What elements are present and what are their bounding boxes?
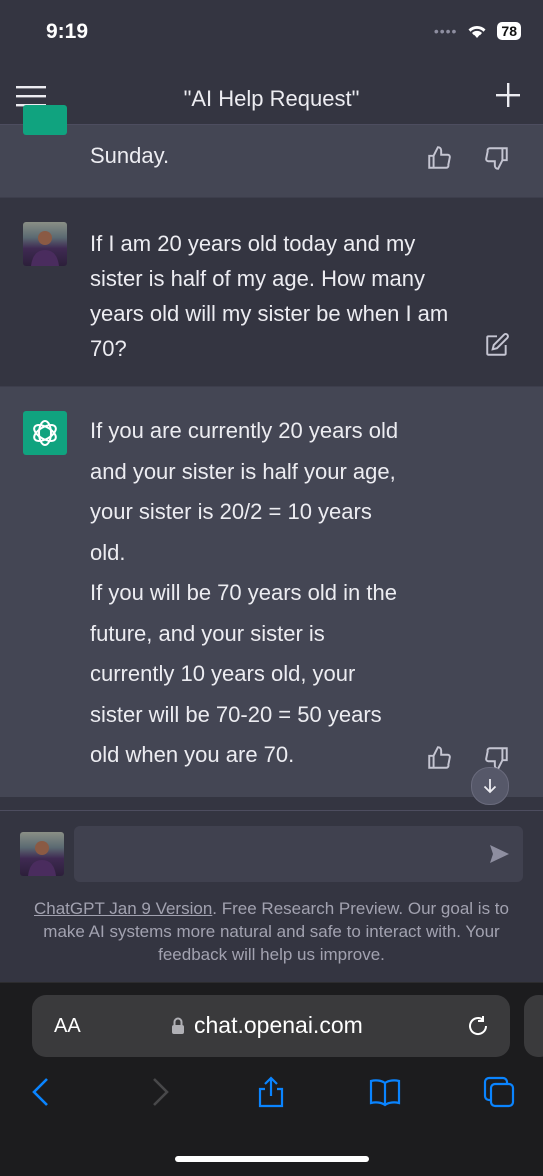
next-tab-preview[interactable] xyxy=(524,995,543,1057)
share-icon[interactable] xyxy=(254,1075,288,1109)
avatar xyxy=(20,832,64,876)
message-line: If I am 20 years old today and my xyxy=(90,231,416,256)
message-line: If you are currently 20 years old xyxy=(90,418,399,443)
composer-area: ChatGPT Jan 9 Version. Free Research Pre… xyxy=(0,810,543,983)
lock-icon xyxy=(172,1017,184,1034)
arrow-down-icon xyxy=(483,779,497,794)
avatar xyxy=(23,222,67,266)
message-line: and your sister is half your age, xyxy=(90,458,396,484)
message-input[interactable] xyxy=(74,826,523,882)
forward-icon[interactable] xyxy=(142,1075,176,1109)
message-line: sister will be 70-20 = 50 years xyxy=(90,701,382,727)
address-bar[interactable]: AA chat.openai.com xyxy=(32,995,510,1057)
reload-icon[interactable] xyxy=(466,1014,490,1038)
message-line: old. xyxy=(90,539,126,565)
version-link[interactable]: ChatGPT Jan 9 Version xyxy=(34,899,212,918)
top-bar: 9:19 •••• 78 "AI Help Request" xyxy=(0,0,543,125)
signal-icon: •••• xyxy=(433,23,458,39)
bookmarks-icon[interactable] xyxy=(368,1075,402,1109)
footer-text: . Free Research Preview. Our goal is to xyxy=(212,899,509,918)
edit-icon[interactable] xyxy=(484,332,510,358)
assistant-message: If you are currently 20 years old and yo… xyxy=(0,386,543,805)
status-icons: •••• 78 xyxy=(434,22,521,40)
message-line: future, and your sister is xyxy=(90,620,325,646)
assistant-message-previous: Sunday. xyxy=(0,105,543,197)
message-line: 70? xyxy=(90,336,127,361)
back-icon[interactable] xyxy=(25,1075,59,1109)
chat-header: "AI Help Request" xyxy=(0,70,543,125)
message-line: currently 10 years old, your xyxy=(90,661,356,686)
footer-text: feedback will help us improve. xyxy=(158,945,385,964)
browser-toolbar: AA chat.openai.com xyxy=(0,982,543,1176)
send-icon[interactable] xyxy=(488,843,510,865)
user-message: If I am 20 years old today and my sister… xyxy=(0,197,543,386)
thumbs-down-icon[interactable] xyxy=(484,145,510,171)
thumbs-up-icon[interactable] xyxy=(426,145,452,171)
wifi-icon xyxy=(468,25,486,38)
message-text: Sunday. xyxy=(90,143,170,168)
message-text: If I am 20 years old today and my sister… xyxy=(90,226,448,366)
reader-text-size-button[interactable]: AA xyxy=(54,1015,81,1038)
plus-icon[interactable] xyxy=(495,82,521,108)
message-line: If you will be 70 years old in the xyxy=(90,580,397,605)
message-text: If you are currently 20 years old and yo… xyxy=(90,411,398,776)
home-indicator xyxy=(175,1156,369,1162)
tabs-icon[interactable] xyxy=(482,1075,516,1109)
battery-indicator: 78 xyxy=(497,22,521,40)
url-text: chat.openai.com xyxy=(194,1012,363,1038)
page-title: "AI Help Request" xyxy=(183,86,360,111)
message-line: old when you are 70. xyxy=(90,742,295,767)
thumbs-up-icon[interactable] xyxy=(426,745,452,771)
openai-logo-icon xyxy=(23,411,67,455)
message-line: sister is half of my age. How many xyxy=(90,266,426,291)
openai-logo-icon xyxy=(23,105,67,135)
scroll-down-button[interactable] xyxy=(471,767,509,805)
status-time: 9:19 xyxy=(46,20,89,43)
footer-text: make AI systems more natural and safe to… xyxy=(43,922,500,941)
message-line: years old will my sister be when I am xyxy=(90,301,449,326)
message-line: your sister is 20/2 = 10 years xyxy=(90,499,372,524)
footer-note: ChatGPT Jan 9 Version. Free Research Pre… xyxy=(0,897,543,966)
